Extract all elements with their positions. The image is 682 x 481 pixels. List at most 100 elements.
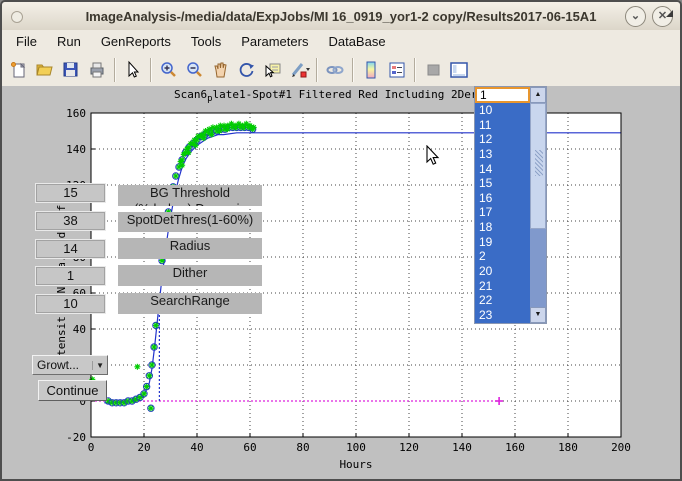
figure-area: 020406080100120140160180200-200204060801… — [2, 86, 680, 479]
bg-threshold-value[interactable]: 15 — [35, 183, 106, 203]
print-button[interactable] — [84, 57, 110, 83]
spot-list-scrollbar[interactable]: ▲ ▼ — [530, 87, 546, 323]
toolbar-separator — [414, 58, 416, 82]
svg-text:160: 160 — [66, 107, 86, 120]
svg-text:40: 40 — [190, 441, 203, 454]
plot-title-prefix: Scan6 — [174, 88, 207, 101]
rotate-3d-icon — [236, 60, 258, 80]
zoom-out-button[interactable] — [182, 57, 208, 83]
svg-text:60: 60 — [243, 441, 256, 454]
svg-text:160: 160 — [505, 441, 525, 454]
svg-text:140: 140 — [452, 441, 472, 454]
window-menu-icon[interactable] — [11, 11, 23, 23]
spot-list-item-2[interactable]: 2 — [475, 249, 530, 264]
new-document-button[interactable] — [6, 57, 32, 83]
disabled-box-icon — [422, 60, 444, 80]
svg-text:40: 40 — [73, 323, 86, 336]
pointer-button[interactable] — [120, 57, 146, 83]
toolbar-separator — [114, 58, 116, 82]
plot-title-rest: late1-Spot#1 Filtered Red Including 2Der… — [213, 88, 511, 101]
mouse-cursor — [426, 145, 442, 167]
radius-value[interactable]: 14 — [35, 239, 106, 259]
svg-text:140: 140 — [66, 143, 86, 156]
searchrange-button[interactable]: SearchRange — [118, 293, 262, 314]
spot-list-item-12[interactable]: 12 — [475, 132, 530, 147]
svg-text:100: 100 — [346, 441, 366, 454]
print-icon — [86, 60, 108, 80]
spot-list-item-10[interactable]: 10 — [475, 103, 530, 118]
spot-list-item-21[interactable]: 21 — [475, 279, 530, 294]
growth-mode-dropdown[interactable]: Growt... ▼ — [32, 355, 108, 375]
dither-value[interactable]: 1 — [35, 266, 106, 286]
open-folder-button[interactable] — [32, 57, 58, 83]
zoom-out-icon — [184, 60, 206, 80]
pan-hand-button[interactable] — [208, 57, 234, 83]
insert-colorbar-button[interactable] — [358, 57, 384, 83]
spot-list-item-16[interactable]: 16 — [475, 191, 530, 206]
paintbrush-dropdown-icon — [288, 60, 310, 80]
menu-item-run[interactable]: Run — [47, 32, 91, 51]
x-axis-label: Hours — [339, 458, 372, 471]
link-plots-button[interactable] — [322, 57, 348, 83]
plot-tools-button[interactable] — [446, 57, 472, 83]
spotdetthres-value[interactable]: 38 — [35, 211, 106, 231]
y-axis-label-fragment: d — [55, 232, 68, 239]
insert-legend-icon — [386, 60, 408, 80]
menu-item-genreports[interactable]: GenReports — [91, 32, 181, 51]
toolbar-separator — [316, 58, 318, 82]
continue-button[interactable]: Continue — [38, 380, 107, 401]
svg-text:80: 80 — [296, 441, 309, 454]
spot-list-item-17[interactable]: 17 — [475, 205, 530, 220]
menu-item-database[interactable]: DataBase — [318, 32, 395, 51]
pointer-icon — [122, 60, 144, 80]
svg-text:0: 0 — [88, 441, 95, 454]
scrollbar-thumb[interactable] — [530, 103, 546, 229]
toolbar — [2, 53, 680, 87]
disabled-box-button[interactable] — [420, 57, 446, 83]
paintbrush-dropdown-button[interactable] — [286, 57, 312, 83]
svg-text:20: 20 — [137, 441, 150, 454]
radius-button[interactable]: Radius — [118, 238, 262, 259]
menu-item-parameters[interactable]: Parameters — [231, 32, 318, 51]
plot-title: Scan6plate1-Spot#1 Filtered Red Includin… — [174, 88, 511, 104]
spot-number-combo[interactable]: 1 — [475, 87, 530, 103]
scroll-down-icon[interactable]: ▼ — [530, 307, 546, 323]
spot-list-item-15[interactable]: 15 — [475, 176, 530, 191]
spot-list-item-20[interactable]: 20 — [475, 264, 530, 279]
insert-colorbar-icon — [360, 60, 382, 80]
datatip-button[interactable] — [260, 57, 286, 83]
spot-number-list: 1 10111213141516171819220212223 ▲ ▼ — [474, 86, 547, 324]
svg-text:200: 200 — [611, 441, 631, 454]
scroll-up-icon[interactable]: ▲ — [530, 87, 546, 103]
rotate-3d-button[interactable] — [234, 57, 260, 83]
spot-list-item-11[interactable]: 11 — [475, 118, 530, 133]
new-document-icon — [8, 60, 30, 80]
menu-item-tools[interactable]: Tools — [181, 32, 231, 51]
spot-list-item-22[interactable]: 22 — [475, 293, 530, 308]
spot-list-item-13[interactable]: 13 — [475, 147, 530, 162]
spot-list-item-19[interactable]: 19 — [475, 235, 530, 250]
menu-overflow-arrow[interactable] — [666, 10, 673, 17]
searchrange-value[interactable]: 10 — [35, 294, 106, 314]
title-bar: ImageAnalysis-/media/data/ExpJobs/MI 16_… — [2, 2, 680, 31]
zoom-in-button[interactable] — [156, 57, 182, 83]
dither-button[interactable]: Dither — [118, 265, 262, 286]
spotdetthres-button[interactable]: SpotDetThres(1-60%) — [118, 212, 262, 232]
toolbar-separator — [352, 58, 354, 82]
save-button[interactable] — [58, 57, 84, 83]
rollup-button[interactable]: ⌄ — [625, 6, 646, 27]
chevron-down-icon: ▼ — [92, 361, 107, 370]
menu-item-file[interactable]: File — [6, 32, 47, 51]
svg-text:-20: -20 — [66, 431, 86, 444]
insert-legend-button[interactable] — [384, 57, 410, 83]
spot-list-item-23[interactable]: 23 — [475, 308, 530, 323]
svg-text:120: 120 — [399, 441, 419, 454]
link-plots-icon — [324, 60, 346, 80]
scrollbar-grip — [535, 150, 543, 176]
y-axis-label-fragment: tensit — [55, 316, 68, 356]
outlier — [148, 405, 154, 411]
spot-list-item-18[interactable]: 18 — [475, 220, 530, 235]
zoom-in-icon — [158, 60, 180, 80]
spot-list-item-14[interactable]: 14 — [475, 162, 530, 177]
bg-threshold-button[interactable]: BG Threshold(% below) Dynamic — [118, 185, 262, 206]
